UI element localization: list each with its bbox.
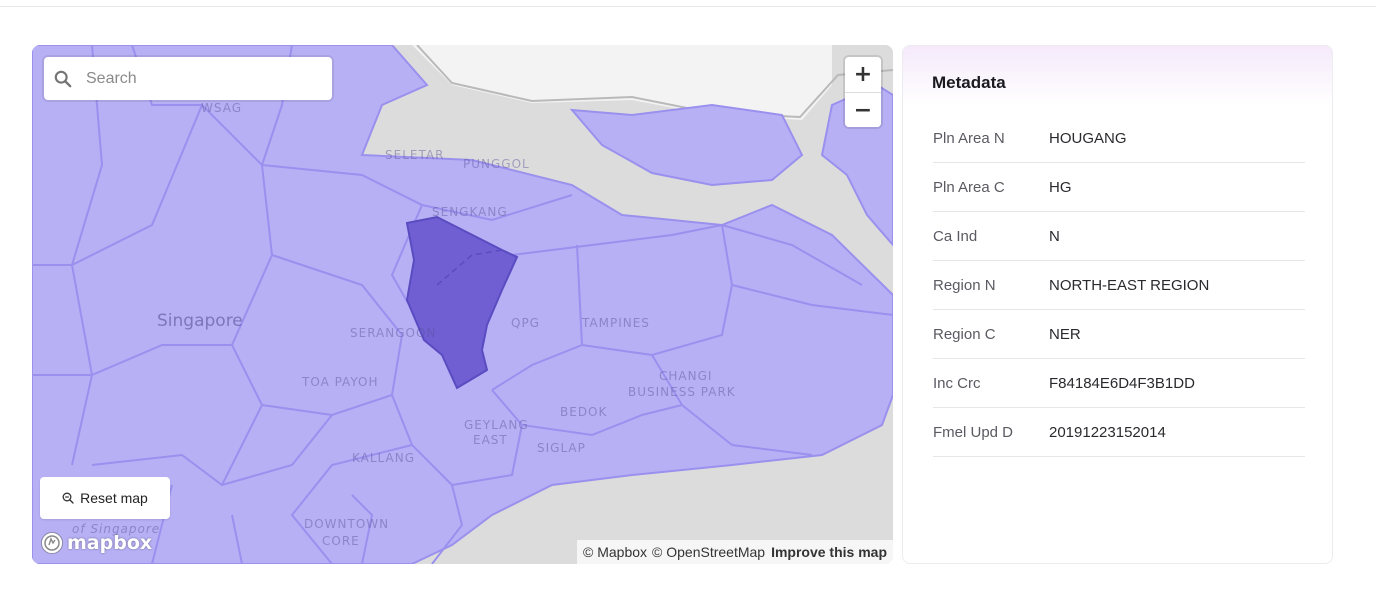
improve-map-link[interactable]: Improve this map — [771, 544, 887, 560]
map-canvas[interactable]: WSAG SELETAR PUNGGOL SENGKANG Singapore … — [32, 45, 893, 564]
metadata-key: Fmel Upd D — [933, 423, 1014, 441]
map-label-core: CORE — [322, 534, 360, 548]
mapbox-attribution-link[interactable]: © Mapbox — [583, 544, 647, 560]
map-label-kallang: KALLANG — [352, 451, 415, 465]
osm-attribution-link[interactable]: © OpenStreetMap — [652, 544, 765, 560]
metadata-value: F84184E6D4F3B1DD — [1049, 374, 1195, 392]
metadata-title: Metadata — [932, 73, 1006, 92]
map-label-geylang-east: EAST — [473, 433, 508, 447]
map-label-singapore: Singapore — [157, 311, 243, 331]
map-label-punggol: PUNGGOL — [463, 157, 530, 171]
mapbox-logo-icon — [41, 532, 63, 554]
metadata-key: Pln Area C — [933, 178, 1005, 196]
search-icon — [54, 70, 72, 87]
map-label-seletar: SELETAR — [385, 148, 445, 162]
zoom-out-button[interactable]: − — [845, 92, 881, 127]
metadata-row: Pln Area C HG — [933, 163, 1305, 212]
metadata-list: Pln Area N HOUGANG Pln Area C HG Ca Ind … — [933, 114, 1305, 457]
reset-map-button[interactable]: Reset map — [40, 477, 170, 519]
metadata-row: Ca Ind N — [933, 212, 1305, 261]
map-label-bedok: BEDOK — [560, 405, 608, 419]
metadata-value: 20191223152014 — [1049, 423, 1166, 441]
top-divider — [0, 0, 1376, 7]
map-label-serangoon: SERANGOON — [350, 326, 437, 340]
mapbox-logo[interactable]: mapbox — [40, 531, 152, 555]
map-label-qpg: QPG — [511, 316, 540, 330]
metadata-value: NER — [1049, 325, 1081, 343]
zoom-out-magnifier-icon — [62, 492, 74, 504]
metadata-row: Inc Crc F84184E6D4F3B1DD — [933, 359, 1305, 408]
map-label-business-park: BUSINESS PARK — [628, 385, 736, 399]
map-label-changi: CHANGI — [659, 369, 713, 383]
metadata-key: Inc Crc — [933, 374, 981, 392]
map-label-tampines: TAMPINES — [582, 316, 650, 330]
mapbox-logo-text: mapbox — [67, 532, 153, 554]
zoom-control: + − — [845, 57, 881, 127]
metadata-value: N — [1049, 227, 1060, 245]
metadata-row: Region N NORTH-EAST REGION — [933, 261, 1305, 310]
search-input[interactable] — [84, 68, 318, 89]
map-label-geylang: GEYLANG — [464, 418, 529, 432]
metadata-key: Region N — [933, 276, 996, 294]
zoom-in-button[interactable]: + — [845, 57, 881, 92]
metadata-row: Fmel Upd D 20191223152014 — [933, 408, 1305, 457]
map-attribution: © Mapbox © OpenStreetMap Improve this ma… — [577, 540, 893, 564]
map-search-box[interactable] — [44, 57, 332, 100]
map-label-wsag: WSAG — [201, 101, 243, 115]
metadata-panel: Metadata Pln Area N HOUGANG Pln Area C H… — [902, 45, 1333, 564]
metadata-value: NORTH-EAST REGION — [1049, 276, 1210, 294]
metadata-value: HOUGANG — [1049, 129, 1127, 147]
map-label-siglap: SIGLAP — [537, 441, 586, 455]
metadata-key: Ca Ind — [933, 227, 978, 245]
metadata-key: Pln Area N — [933, 129, 1005, 147]
map-label-downtown: DOWNTOWN — [304, 517, 390, 531]
metadata-value: HG — [1049, 178, 1072, 196]
reset-map-label: Reset map — [80, 490, 148, 506]
metadata-key: Region C — [933, 325, 996, 343]
map-label-toa-payoh: TOA PAYOH — [302, 375, 379, 389]
metadata-row: Region C NER — [933, 310, 1305, 359]
map-label-sengkang: SENGKANG — [432, 205, 508, 219]
metadata-row: Pln Area N HOUGANG — [933, 114, 1305, 163]
